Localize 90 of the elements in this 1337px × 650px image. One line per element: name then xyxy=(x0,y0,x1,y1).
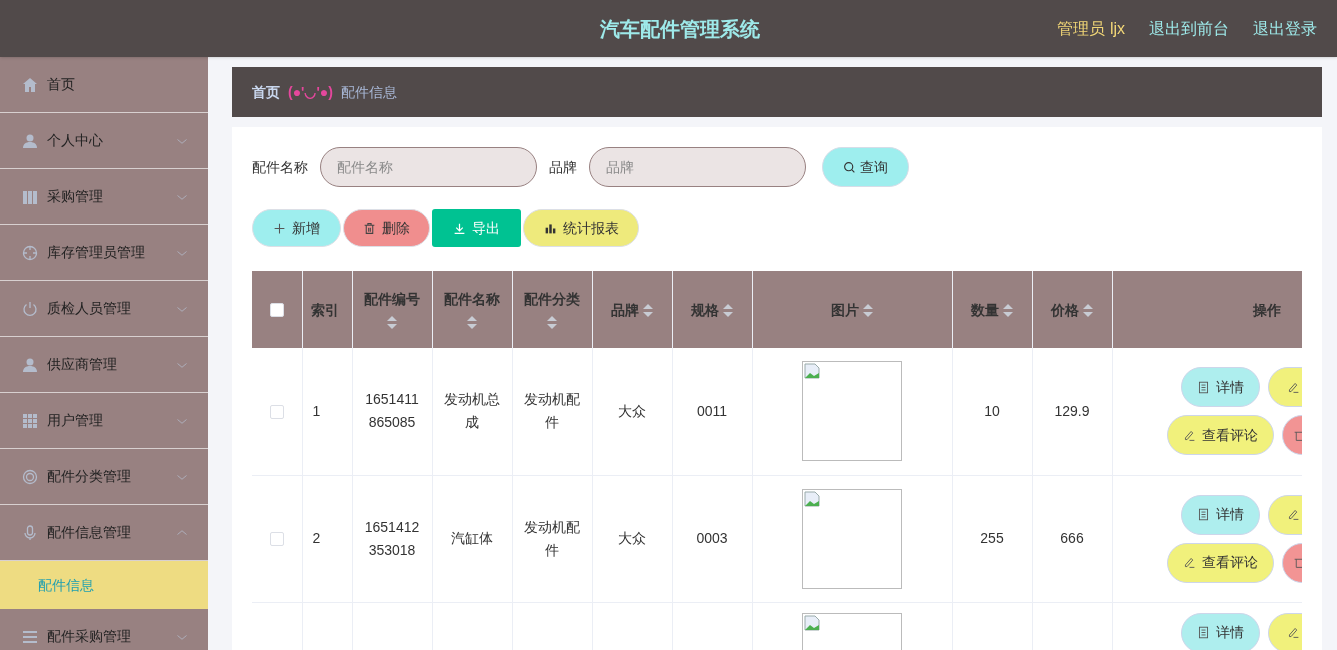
field-label: 品牌 xyxy=(549,157,577,177)
user-icon xyxy=(22,356,38,373)
user-icon xyxy=(22,132,38,149)
document-icon xyxy=(1196,380,1210,394)
table-cell: 0003 xyxy=(696,530,728,546)
sidebar-item[interactable]: 配件采购管理 xyxy=(0,609,208,650)
sidebar-item[interactable]: 用户管理 xyxy=(0,393,208,449)
home-icon xyxy=(22,76,38,93)
column-header: 操作 xyxy=(1252,301,1281,318)
detail-button[interactable]: 详情 xyxy=(1180,612,1260,650)
table-cell: 1651411865085 xyxy=(365,391,419,431)
download-icon xyxy=(453,221,466,235)
header-link[interactable]: 退出登录 xyxy=(1253,16,1317,41)
bar-chart-icon xyxy=(543,221,557,235)
search-button[interactable]: 查询 xyxy=(822,147,909,187)
crosshair-icon xyxy=(22,244,38,261)
edit-button[interactable] xyxy=(1267,494,1302,535)
search-field[interactable]: 品牌 xyxy=(589,147,806,187)
column-header[interactable]: 配件分类 xyxy=(524,291,580,307)
broken-image-icon xyxy=(804,363,820,380)
column-header: 索引 xyxy=(310,301,339,318)
power-icon xyxy=(22,300,38,317)
broken-image-icon xyxy=(804,490,820,507)
column-header[interactable]: 图片 xyxy=(831,301,860,318)
table-cell: 1651412353018 xyxy=(364,518,420,558)
breadcrumb-home[interactable]: 首页 xyxy=(252,81,280,103)
pencil-icon xyxy=(1182,556,1196,569)
column-header[interactable]: 数量 xyxy=(971,301,1000,318)
books-icon xyxy=(22,188,38,205)
table-cell: 发动机配件 xyxy=(524,391,580,431)
comment-button[interactable]: 查看评论 xyxy=(1166,542,1274,583)
delete-button[interactable]: 删除 xyxy=(343,209,430,247)
search-icon xyxy=(843,160,856,174)
column-header[interactable]: 价格 xyxy=(1051,301,1080,318)
table-cell: 汽缸体 xyxy=(451,530,493,546)
column-header[interactable]: 配件编号 xyxy=(364,291,420,307)
table-cell: 666 xyxy=(1060,530,1084,546)
pencil-icon xyxy=(1286,626,1300,639)
app-title: 汽车配件管理系统 xyxy=(600,16,760,42)
column-header[interactable]: 品牌 xyxy=(611,301,640,318)
sidebar-item[interactable]: 首页 xyxy=(0,57,208,113)
trash-icon xyxy=(1292,556,1302,569)
table-cell: 0011 xyxy=(696,402,728,419)
sidebar-item[interactable]: 采购管理 xyxy=(0,169,208,225)
breadcrumb-current: 配件信息 xyxy=(340,82,397,102)
admin-name: 管理员 ljx xyxy=(1057,18,1125,39)
microphone-icon xyxy=(22,524,38,541)
add-button[interactable]: 新增 xyxy=(252,209,341,247)
table-cell: 发动机总成 xyxy=(444,391,500,431)
sidebar-item[interactable]: 个人中心 xyxy=(0,113,208,169)
field-label: 配件名称 xyxy=(252,157,308,177)
table-cell: 2 xyxy=(312,530,321,546)
sidebar-item[interactable]: 配件分类管理 xyxy=(0,449,208,505)
pencil-icon xyxy=(1182,428,1196,442)
grid-icon xyxy=(22,412,38,429)
document-icon xyxy=(1196,626,1210,639)
column-header[interactable]: 配件名称 xyxy=(444,291,500,307)
sidebar-item[interactable]: 质检人员管理 xyxy=(0,281,208,337)
pencil-icon xyxy=(1286,380,1300,394)
table-cell: 129.9 xyxy=(1054,402,1090,419)
broken-image-icon xyxy=(804,614,820,631)
document-icon xyxy=(1196,508,1210,521)
table-cell: 1 xyxy=(312,402,321,419)
plus-icon xyxy=(273,221,286,235)
table-cell: 大众 xyxy=(618,402,646,419)
table-cell: 255 xyxy=(980,530,1004,546)
sidebar-subitem[interactable]: 配件信息 xyxy=(0,561,208,609)
table-cell: 10 xyxy=(984,402,1000,419)
header-link[interactable]: 退出到前台 xyxy=(1149,16,1229,41)
breadcrumb-separator: (●'◡'●) xyxy=(288,82,333,102)
export-button[interactable]: 导出 xyxy=(432,209,521,247)
search-field[interactable]: 配件名称 xyxy=(320,147,537,187)
table-cell: 大众 xyxy=(618,530,646,546)
comment-button[interactable]: 查看评论 xyxy=(1166,415,1274,456)
trash-icon xyxy=(363,221,376,235)
target-icon xyxy=(22,468,38,485)
detail-button[interactable]: 详情 xyxy=(1180,494,1260,535)
sidebar-item[interactable]: 库存管理员管理 xyxy=(0,225,208,281)
pencil-icon xyxy=(1286,508,1300,521)
table-cell: 发动机配件 xyxy=(524,518,580,558)
sidebar-item[interactable]: 供应商管理 xyxy=(0,337,208,393)
report-button[interactable]: 统计报表 xyxy=(523,209,639,247)
edit-button[interactable] xyxy=(1267,612,1302,650)
detail-button[interactable]: 详情 xyxy=(1180,367,1260,408)
row-checkbox[interactable] xyxy=(269,405,284,420)
edit-button[interactable] xyxy=(1267,367,1302,408)
select-all-checkbox[interactable] xyxy=(269,303,284,318)
list-icon xyxy=(22,628,38,645)
row-checkbox[interactable] xyxy=(269,532,284,547)
column-header[interactable]: 规格 xyxy=(691,301,720,318)
